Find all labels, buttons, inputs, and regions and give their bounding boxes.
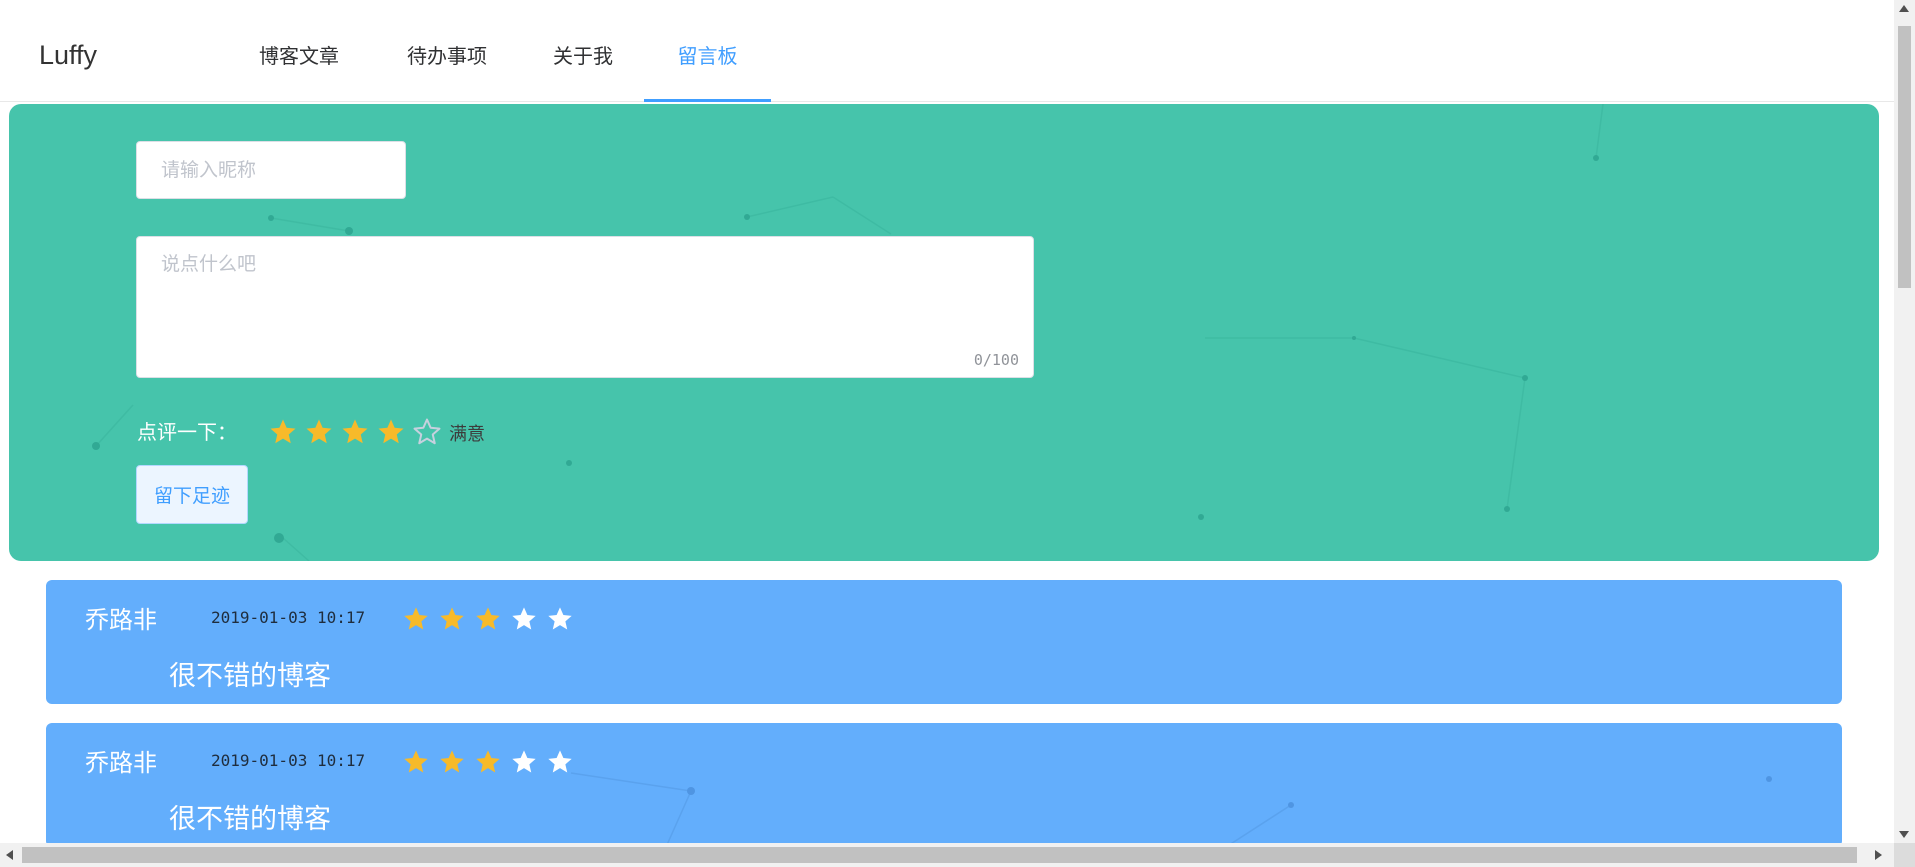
rate-label: 点评一下： [137,420,237,444]
nav-todo[interactable]: 待办事项 [386,0,508,102]
scroll-right-icon[interactable] [1875,850,1882,860]
star-icon[interactable] [304,417,334,447]
message-card: 乔路非 2019-01-03 10:17 很不错的博客 [46,723,1842,847]
nav-about[interactable]: 关于我 [538,0,628,102]
star-icon [404,607,428,630]
star-icon [476,750,500,773]
message-content: 很不错的博客 [169,804,331,835]
brand-logo[interactable]: Luffy [39,40,97,71]
char-counter: 0/100 [973,351,1019,369]
star-outline-icon[interactable] [412,417,442,447]
star-icon [404,750,428,773]
horizontal-scroll-thumb[interactable] [22,847,1857,863]
nav-blog[interactable]: 博客文章 [238,0,360,102]
message-author: 乔路非 [85,606,157,634]
horizontal-scrollbar[interactable] [0,843,1894,867]
scroll-up-icon[interactable] [1899,5,1909,12]
message-author: 乔路非 [85,749,157,777]
scrollbar-corner [1894,843,1915,867]
star-icon [440,607,464,630]
message-time: 2019-01-03 10:17 [211,608,366,627]
star-icon[interactable] [340,417,370,447]
star-icon[interactable] [268,417,298,447]
message-box: 0/100 [136,236,1034,378]
star-icon [512,607,536,630]
submit-button[interactable]: 留下足迹 [136,465,248,524]
star-icon [512,750,536,773]
vertical-scrollbar[interactable] [1894,0,1915,843]
nav-guestbook[interactable]: 留言板 [644,0,771,102]
star-icon [440,750,464,773]
star-icon [548,750,572,773]
scroll-left-icon[interactable] [6,850,13,860]
star-icon [476,607,500,630]
top-navbar: Luffy 博客文章 待办事项 关于我 留言板 [0,0,1894,102]
star-icon [548,607,572,630]
message-card: 乔路非 2019-01-03 10:17 很不错的博客 [46,580,1842,704]
scroll-down-icon[interactable] [1899,831,1909,838]
vertical-scroll-thumb[interactable] [1898,26,1911,288]
message-content: 很不错的博客 [169,661,331,692]
message-time: 2019-01-03 10:17 [211,751,366,770]
rating-text: 满意 [449,424,485,445]
compose-panel: 0/100 点评一下： 满意 留下足迹 [9,104,1879,561]
message-textarea[interactable] [137,237,1033,377]
star-icon[interactable] [376,417,406,447]
nickname-input[interactable] [136,141,406,199]
